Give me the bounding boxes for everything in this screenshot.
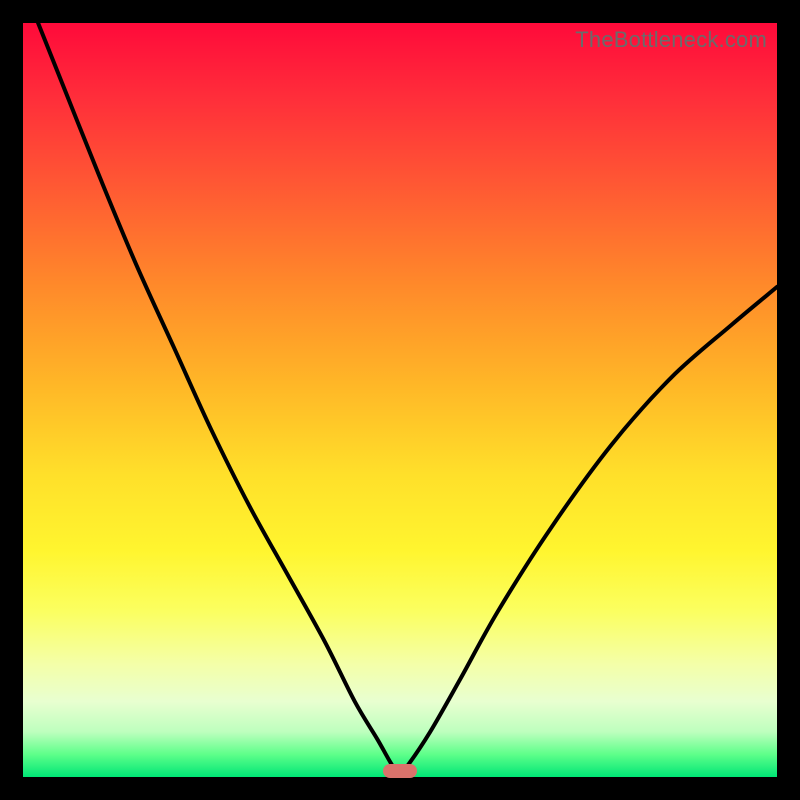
- bottleneck-curve: [23, 23, 777, 777]
- chart-frame: TheBottleneck.com: [0, 0, 800, 800]
- optimum-marker: [383, 764, 417, 778]
- plot-area: TheBottleneck.com: [23, 23, 777, 777]
- curve-path: [38, 23, 777, 773]
